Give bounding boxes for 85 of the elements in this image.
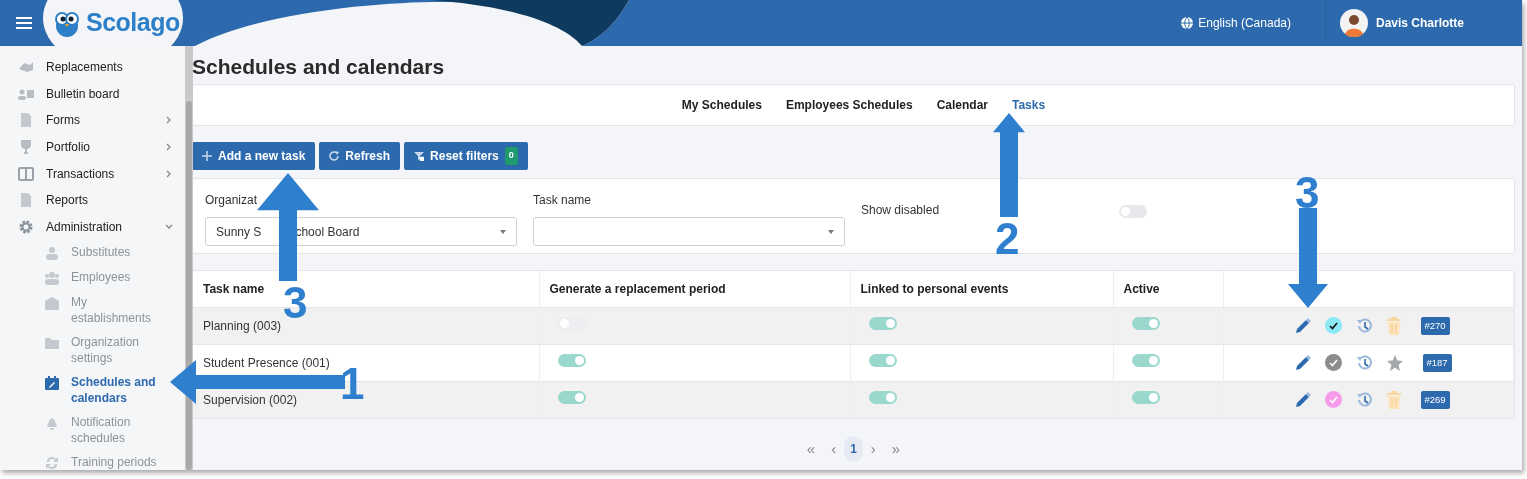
id-tag: #187	[1422, 353, 1452, 372]
tab[interactable]: Employees Schedules	[773, 96, 925, 115]
select-field[interactable]	[533, 217, 845, 247]
edit-icon[interactable]	[1293, 353, 1312, 372]
gear-icon	[18, 218, 34, 235]
callout-number: 3	[1295, 171, 1320, 215]
sidebar-item[interactable]: Replacements	[0, 54, 185, 81]
caret-icon	[500, 229, 506, 234]
chevron-down-icon	[165, 222, 173, 231]
refresh-icon	[329, 151, 340, 162]
cycle-icon	[44, 455, 60, 470]
calendar-icon	[44, 375, 60, 392]
toggle-switch[interactable]	[868, 390, 897, 404]
window-icon	[18, 165, 34, 182]
avatar	[1339, 9, 1368, 37]
status-icon[interactable]	[1324, 317, 1342, 335]
edit-icon[interactable]	[1293, 316, 1312, 335]
filter-icon	[414, 151, 425, 162]
sidebar-item[interactable]: Forms	[0, 107, 185, 134]
trophy-icon	[18, 139, 34, 156]
first-page-button[interactable]: «	[798, 437, 824, 461]
sidebar-subitem[interactable]: Schedules and calendars	[0, 370, 166, 411]
field-label: Show disabled	[861, 202, 940, 220]
sidebar-item[interactable]: Reports	[0, 186, 185, 214]
refresh-button[interactable]: Refresh	[319, 142, 401, 171]
chevron-right-icon	[165, 116, 173, 125]
field-label: Organizat	[205, 192, 259, 210]
page-title: Schedules and calendars	[192, 54, 446, 80]
menu-icon	[16, 16, 32, 30]
select-value: Sunny S	[216, 223, 262, 241]
sidebar-item[interactable]: Portfolio	[0, 133, 185, 161]
sidebar-subitem[interactable]: Substitutes	[0, 240, 166, 266]
sidebar-item[interactable]: Bulletin board	[0, 80, 185, 108]
folder-icon	[44, 335, 60, 352]
globe-icon	[1180, 16, 1195, 30]
document-icon	[18, 112, 34, 129]
toggle-switch[interactable]	[1131, 316, 1160, 330]
sidebar-item[interactable]: Administration	[0, 213, 185, 241]
document-icon	[18, 192, 34, 209]
toggle-switch[interactable]	[557, 390, 586, 404]
toggle-switch[interactable]	[557, 353, 586, 367]
sidebar-subitem[interactable]: My establishments	[0, 290, 166, 331]
sidebar-subitem[interactable]: Employees	[0, 265, 166, 291]
plus-icon	[202, 151, 212, 162]
people-icon	[44, 270, 60, 287]
callout-number: 2	[995, 217, 1020, 261]
bell-icon	[44, 415, 60, 432]
sidebar-subitem[interactable]: Notification schedules	[0, 410, 166, 451]
tab[interactable]: Calendar	[924, 96, 1000, 115]
field-label: Task name	[533, 192, 593, 210]
star-icon[interactable]	[1385, 353, 1404, 372]
chevron-right-icon	[165, 169, 173, 178]
trash-icon[interactable]	[1385, 390, 1402, 409]
user-name: Davis Charlotte	[1375, 15, 1464, 32]
chevron-right-icon	[165, 143, 173, 152]
tab[interactable]: My Schedules	[669, 96, 774, 115]
history-icon[interactable]	[1354, 316, 1373, 335]
sidebar-item[interactable]: Transactions	[0, 160, 185, 187]
last-page-button[interactable]: »	[883, 437, 909, 461]
language-selector[interactable]: English (Canada)	[1180, 14, 1291, 32]
building-icon	[44, 295, 60, 312]
previous-page-button[interactable]: ‹	[823, 437, 845, 461]
toggle-switch[interactable]	[868, 353, 897, 367]
sidebar-subitem[interactable]: Training periods	[0, 450, 166, 470]
page-button[interactable]: 1	[844, 436, 863, 463]
count-badge: 0	[504, 147, 518, 165]
sidebar-subitem[interactable]: Organization settings	[0, 330, 166, 371]
add-task-button[interactable]: Add a new task	[192, 142, 316, 171]
toggle-switch[interactable]	[1119, 205, 1148, 219]
id-tag: #270	[1420, 316, 1450, 335]
history-icon[interactable]	[1354, 353, 1373, 372]
tab[interactable]: Tasks	[1000, 96, 1058, 115]
reset-filters-button[interactable]: Reset filters 0	[404, 142, 528, 171]
next-page-button[interactable]: ›	[862, 437, 884, 461]
toggle-switch[interactable]	[868, 316, 897, 330]
toggle-switch[interactable]	[1131, 390, 1160, 404]
person-icon	[44, 245, 60, 262]
caret-icon	[828, 229, 834, 234]
id-tag: #269	[1420, 390, 1450, 410]
menu-button[interactable]	[16, 16, 34, 30]
trash-icon[interactable]	[1385, 316, 1402, 335]
history-icon[interactable]	[1354, 390, 1373, 409]
edit-icon[interactable]	[1293, 390, 1312, 409]
logo-text: Scolago	[86, 7, 180, 39]
toggle-switch[interactable]	[1131, 353, 1160, 367]
